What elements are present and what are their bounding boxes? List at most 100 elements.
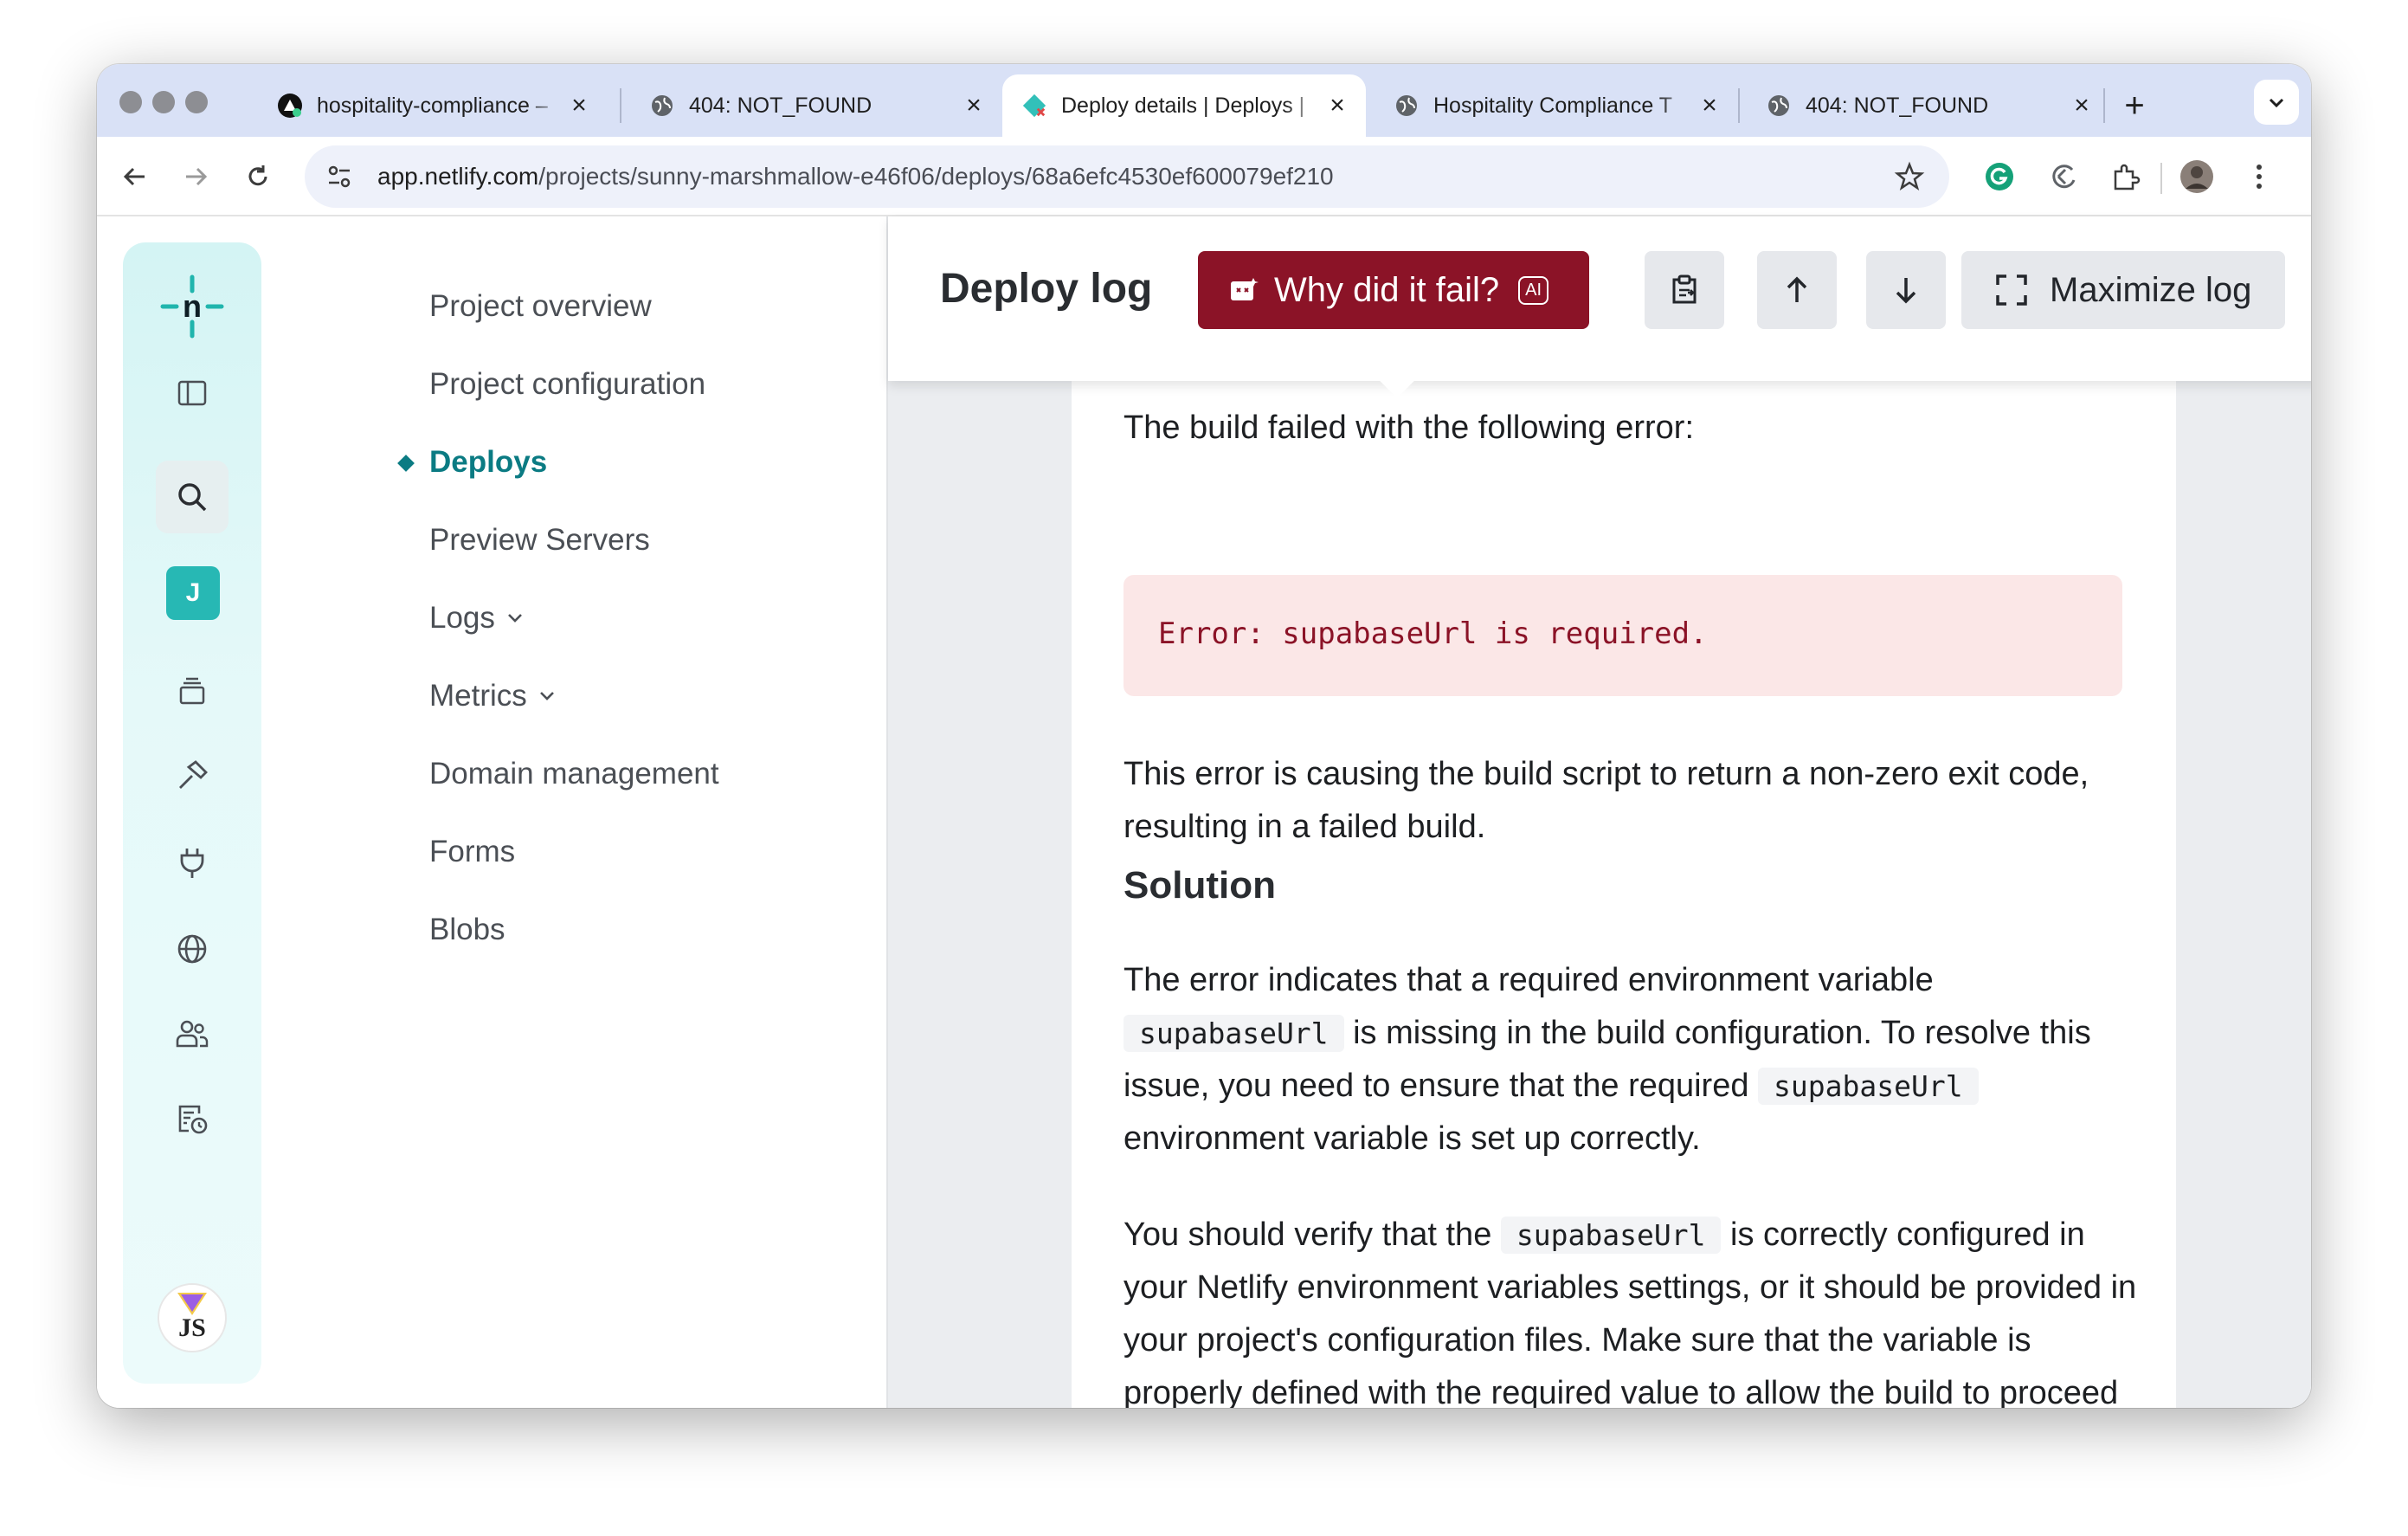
- ai-diagnose-icon: [1231, 278, 1259, 300]
- sidebar-item-blobs[interactable]: Blobs: [429, 913, 505, 947]
- tab-title: Deploy details | Deploys |: [1061, 93, 1305, 118]
- solution-paragraph-2: You should verify that the supabaseUrl i…: [1124, 1209, 2145, 1408]
- netlify-logo-icon[interactable]: n: [156, 270, 229, 343]
- scroll-top-button[interactable]: [1757, 251, 1837, 329]
- builds-hammer-icon[interactable]: [156, 739, 229, 812]
- window-minimize-dot[interactable]: [152, 91, 175, 113]
- bookmark-star-icon[interactable]: [1894, 161, 1925, 192]
- forward-button[interactable]: [171, 152, 220, 201]
- tab-divider: [620, 88, 621, 123]
- why-button-label: Why did it fail?: [1274, 270, 1500, 309]
- window-close-dot[interactable]: [119, 91, 142, 113]
- search-icon[interactable]: [156, 461, 229, 533]
- reload-button[interactable]: [234, 152, 282, 201]
- browser-toolbar: app.netlify.com/projects/sunny-marshmall…: [97, 137, 2311, 216]
- reload-icon: [248, 165, 267, 186]
- icon-rail: n J JS: [123, 242, 261, 1384]
- address-bar[interactable]: app.netlify.com/projects/sunny-marshmall…: [305, 145, 1949, 208]
- clipboard-icon: [1672, 274, 1697, 304]
- tab-hospitality-compliance[interactable]: hospitality-compliance – ×: [258, 74, 608, 137]
- chevron-down-icon: [2269, 98, 2284, 108]
- arrow-down-icon: [1896, 278, 1916, 304]
- maximize-log-button[interactable]: Maximize log: [1961, 251, 2285, 329]
- globe-icon: [1394, 93, 1420, 119]
- sidebar-toggle-icon[interactable]: [156, 357, 229, 429]
- tab-title: 404: NOT_FOUND: [689, 93, 872, 118]
- projects-stack-icon[interactable]: [156, 655, 229, 727]
- sidebar-item-label: Metrics: [429, 679, 527, 713]
- close-icon[interactable]: ×: [1324, 91, 1350, 119]
- scroll-bottom-button[interactable]: [1866, 251, 1946, 329]
- more-menu-icon[interactable]: [2240, 158, 2278, 196]
- solution-text: The error indicates that a required envi…: [1124, 962, 1934, 998]
- sidebar-item-logs[interactable]: Logs: [429, 601, 523, 636]
- error-code-text: Error: supabaseUrl is required.: [1158, 616, 1708, 651]
- svg-text:JS: JS: [178, 1313, 206, 1342]
- sidebar-item-metrics[interactable]: Metrics: [429, 679, 555, 713]
- analysis-intro: The build failed with the following erro…: [1124, 410, 1695, 446]
- tab-title: Hospitality Compliance T: [1433, 93, 1673, 118]
- history-extension-icon[interactable]: [2044, 158, 2083, 196]
- deploy-log-panel: Deploy log Why did it fail? AI Maximize …: [886, 216, 2311, 1408]
- sidebar-item-domain-management[interactable]: Domain management: [429, 757, 719, 791]
- solution-heading: Solution: [1124, 864, 1276, 907]
- inline-code: supabaseUrl: [1500, 1217, 1722, 1254]
- why-did-it-fail-button[interactable]: Why did it fail? AI: [1198, 251, 1589, 329]
- vercel-icon: [277, 93, 303, 119]
- chevron-down-icon: [539, 692, 554, 700]
- tab-hospitality-compliance-t[interactable]: Hospitality Compliance T ×: [1375, 74, 1738, 137]
- active-indicator-icon: [397, 455, 415, 472]
- url-path: /projects/sunny-marshmallow-e46f06/deplo…: [538, 163, 1334, 190]
- close-icon[interactable]: ×: [2069, 91, 2095, 119]
- sidebar-item-project-configuration[interactable]: Project configuration: [429, 367, 705, 402]
- solution-text: You should verify that the: [1124, 1217, 1492, 1253]
- netlify-icon: [1021, 93, 1047, 119]
- tab-divider: [1738, 88, 1740, 123]
- integrations-plug-icon[interactable]: [156, 826, 229, 899]
- error-code-block: Error: supabaseUrl is required.: [1124, 575, 2122, 696]
- members-icon[interactable]: [156, 997, 229, 1070]
- tab-deploy-details[interactable]: Deploy details | Deploys | ×: [1002, 74, 1366, 137]
- url-host: app.netlify.com: [377, 163, 539, 190]
- tab-search-button[interactable]: [2254, 80, 2299, 125]
- inline-code: supabaseUrl: [1758, 1068, 1979, 1105]
- team-avatar[interactable]: J: [166, 566, 220, 620]
- extensions-puzzle-icon[interactable]: [2107, 158, 2145, 196]
- close-icon[interactable]: ×: [566, 91, 592, 119]
- page-content: n J JS Project overview Project configur…: [97, 216, 2311, 1408]
- new-tab-button[interactable]: +: [2114, 85, 2155, 126]
- url-text: app.netlify.com/projects/sunny-marshmall…: [377, 163, 1334, 190]
- tab-404-not-found-2[interactable]: 404: NOT_FOUND ×: [1747, 74, 2110, 137]
- globe-icon[interactable]: [156, 913, 229, 985]
- deploy-log-header: Deploy log Why did it fail? AI Maximize …: [888, 216, 2311, 381]
- ai-badge: AI: [1518, 275, 1549, 305]
- inline-code: supabaseUrl: [1124, 1015, 1344, 1052]
- tab-404-not-found[interactable]: 404: NOT_FOUND ×: [630, 74, 1002, 137]
- back-button[interactable]: [111, 152, 159, 201]
- arrow-left-icon: [123, 167, 145, 186]
- globe-icon: [649, 93, 675, 119]
- sidebar-item-deploys[interactable]: Deploys: [429, 445, 547, 480]
- user-avatar[interactable]: JS: [158, 1283, 227, 1352]
- close-icon[interactable]: ×: [961, 91, 987, 119]
- close-icon[interactable]: ×: [1697, 91, 1722, 119]
- sidebar-item-forms[interactable]: Forms: [429, 835, 515, 869]
- billing-icon[interactable]: [156, 1082, 229, 1155]
- tab-title: hospitality-compliance –: [317, 93, 548, 118]
- analysis-explanation: This error is causing the build script t…: [1124, 756, 2089, 845]
- maximize-log-label: Maximize log: [2050, 270, 2252, 309]
- solution-paragraph-1: The error indicates that a required envi…: [1124, 954, 2145, 1165]
- grammarly-extension-icon[interactable]: [1980, 158, 2018, 196]
- sidebar-item-preview-servers[interactable]: Preview Servers: [429, 523, 650, 558]
- tab-title: 404: NOT_FOUND: [1806, 93, 1989, 118]
- window-zoom-dot[interactable]: [185, 91, 208, 113]
- sidebar-item-project-overview[interactable]: Project overview: [429, 289, 652, 324]
- copy-log-button[interactable]: [1645, 251, 1724, 329]
- failure-analysis-card: The build failed with the following erro…: [1072, 338, 2176, 1408]
- site-settings-icon[interactable]: [324, 161, 355, 192]
- profile-avatar[interactable]: [2178, 158, 2216, 196]
- arrow-up-icon: [1787, 276, 1807, 302]
- tab-strip: hospitality-compliance – × 404: NOT_FOUN…: [97, 64, 2311, 137]
- solution-text: environment variable is set up correctly…: [1124, 1120, 1701, 1157]
- globe-icon: [1766, 93, 1792, 119]
